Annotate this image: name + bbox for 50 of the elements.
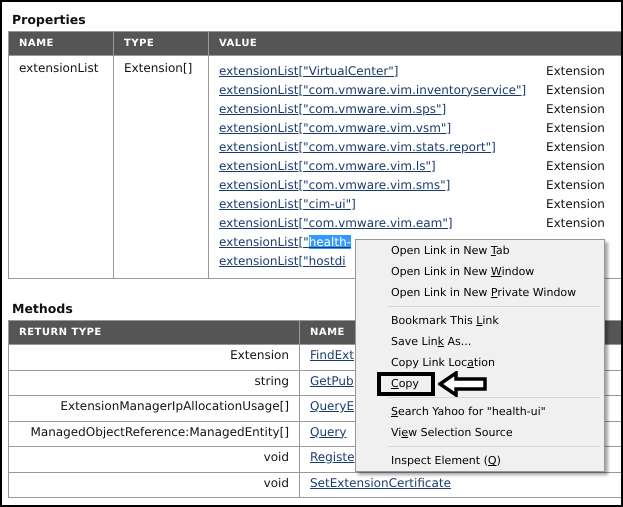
arrow-icon bbox=[438, 371, 488, 397]
method-link[interactable]: Query bbox=[310, 424, 346, 438]
value-type: Extension bbox=[546, 158, 606, 172]
menu-item[interactable]: Open Link in New Private Window bbox=[358, 282, 602, 303]
section-heading: Methods bbox=[12, 301, 74, 316]
column-header: NAME bbox=[8, 32, 114, 56]
table-cell: void bbox=[8, 446, 300, 472]
table-cell: ExtensionManagerIpAllocationUsage[] bbox=[8, 396, 300, 421]
extension-link[interactable]: extensionList["cim-ui"] bbox=[219, 196, 356, 210]
value-type: Extension bbox=[546, 82, 606, 96]
menu-item[interactable]: Inspect Element (Q) bbox=[358, 450, 602, 471]
column-header: VALUE bbox=[208, 32, 621, 56]
column-header: TYPE bbox=[114, 32, 208, 56]
extension-link[interactable]: extensionList["com.vmware.vim.stats.report"] bbox=[219, 140, 496, 154]
menu-item[interactable]: Open Link in New Tab bbox=[358, 240, 602, 261]
table-cell: Extension bbox=[8, 344, 300, 370]
value-type: Extension bbox=[546, 102, 606, 116]
value-type: Extension bbox=[546, 64, 606, 78]
method-link[interactable]: FindExt bbox=[310, 348, 354, 362]
table-cell: ManagedObjectReference:ManagedEntity[] bbox=[8, 421, 300, 446]
method-link[interactable]: Registe bbox=[310, 450, 354, 464]
highlight-frame bbox=[377, 372, 435, 396]
table-cell: extensionList bbox=[8, 56, 114, 278]
extension-link[interactable]: extensionList["com.vmware.vim.sps"] bbox=[219, 102, 446, 116]
menu-item[interactable]: Copy bbox=[358, 373, 602, 394]
extension-link[interactable]: extensionList["hostdi bbox=[219, 254, 346, 268]
section-heading: Properties bbox=[12, 12, 87, 27]
extension-link[interactable]: extensionList["com.vmware.vim.sms"] bbox=[219, 178, 450, 192]
menu-item[interactable]: Copy Link Location bbox=[358, 352, 602, 373]
table-cell: Extension[] bbox=[114, 56, 208, 278]
extension-link[interactable]: extensionList["com.vmware.vim.eam"] bbox=[219, 216, 453, 230]
method-link[interactable]: QueryE bbox=[310, 399, 354, 413]
column-header: RETURN TYPE bbox=[8, 320, 300, 344]
value-type: Extension bbox=[546, 120, 606, 134]
value-type: Extension bbox=[546, 196, 606, 210]
table-cell: string bbox=[8, 370, 300, 396]
method-link[interactable]: GetPub bbox=[310, 374, 354, 388]
value-type: Extension bbox=[546, 216, 606, 230]
table-cell: void bbox=[8, 472, 300, 498]
menu-item[interactable]: Open Link in New Window bbox=[358, 261, 602, 282]
extension-link[interactable]: extensionList["com.vmware.vim.inventoryservice"] bbox=[219, 82, 526, 96]
value-type: Extension bbox=[546, 178, 606, 192]
method-link[interactable]: SetExtensionCertificate bbox=[310, 476, 451, 490]
extension-link[interactable]: extensionList["VirtualCenter"] bbox=[219, 64, 398, 78]
menu-item[interactable]: Search Yahoo for "health-ui" bbox=[358, 401, 602, 422]
extension-link[interactable]: extensionList["health- bbox=[219, 234, 352, 248]
value-type: Extension bbox=[546, 140, 606, 154]
extension-link[interactable]: extensionList["com.vmware.vim.ls"] bbox=[219, 158, 436, 172]
menu-item[interactable]: View Selection Source bbox=[358, 422, 602, 443]
extension-link[interactable]: extensionList["com.vmware.vim.vsm"] bbox=[219, 120, 452, 134]
